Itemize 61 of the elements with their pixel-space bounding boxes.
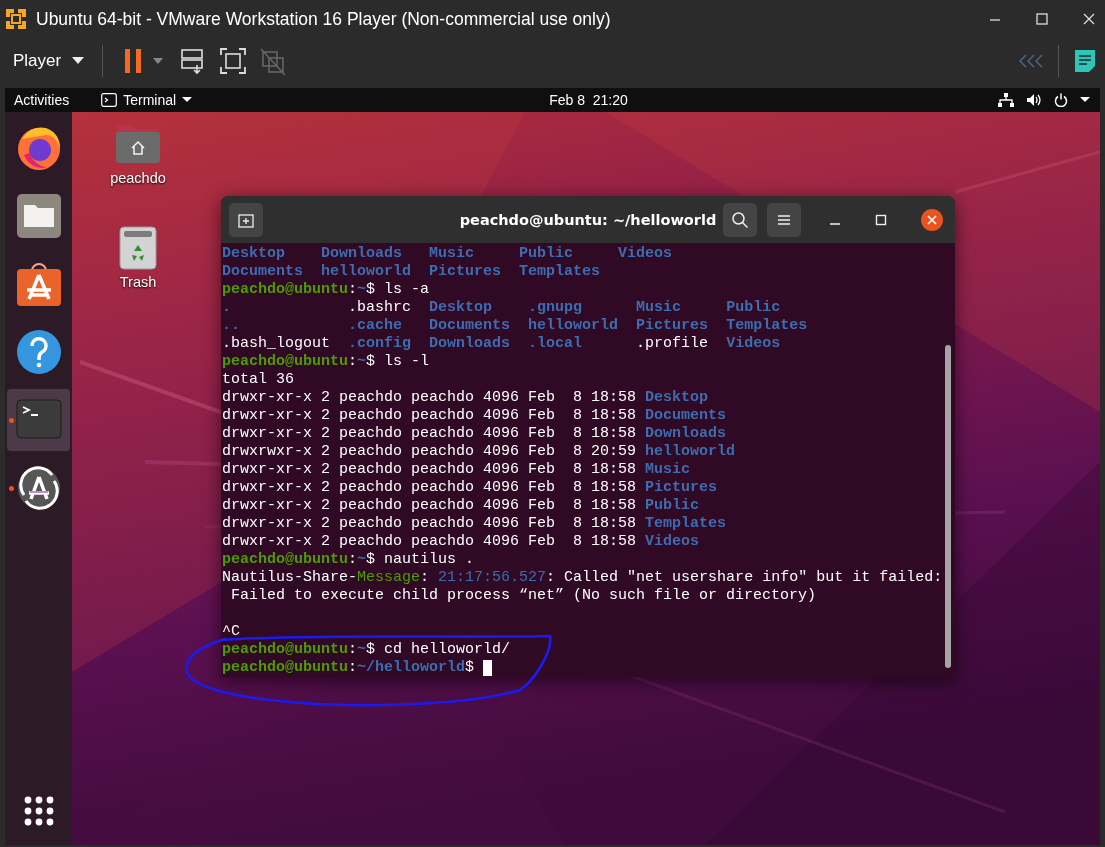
scrollbar-thumb[interactable]: [945, 345, 951, 668]
browser-icon: [15, 125, 62, 171]
close-icon[interactable]: [921, 208, 943, 231]
terminal-icon: [101, 93, 118, 107]
terminal-line: drwxr-xr-x 2 peachdo peachdo 4096 Feb 8 18:58 Videos: [222, 533, 700, 551]
terminal-line: drwxrwxr-x 2 peachdo peachdo 4096 Feb 8 20:59 helloworld: [222, 443, 736, 461]
clock[interactable]: Feb 8 21:20: [477, 92, 628, 108]
fullscreen-icon[interactable]: [219, 46, 248, 76]
terminal-line: drwxr-xr-x 2 peachdo peachdo 4096 Feb 8 18:58 Music: [222, 461, 691, 479]
terminal-line: drwxr-xr-x 2 peachdo peachdo 4096 Feb 8 18:58 Templates: [222, 515, 727, 533]
notes-icon[interactable]: [1073, 48, 1097, 74]
power-icon[interactable]: [1054, 93, 1068, 107]
terminal-line: Documents helloworld Pictures Templates: [222, 263, 601, 281]
home-folder-icon[interactable]: [115, 122, 161, 164]
terminal-line: Desktop Downloads Music Public Videos: [222, 245, 673, 263]
app-grid-icon[interactable]: [23, 796, 54, 826]
menu-icon: [776, 212, 792, 227]
new-tab-button[interactable]: [229, 202, 263, 237]
terminal-line: peachdo@ubuntu:~$ ls -a: [222, 281, 430, 299]
caret-icon: [72, 57, 85, 65]
menu-button[interactable]: [767, 202, 801, 237]
terminal-line: drwxr-xr-x 2 peachdo peachdo 4096 Feb 8 18:58 Documents: [222, 407, 727, 425]
shopping-bag-icon: [15, 261, 62, 307]
folder-icon: [15, 193, 62, 239]
terminal-line: peachdo@ubuntu:~$ cd helloworld/: [222, 641, 511, 659]
activities-button[interactable]: Activities: [14, 92, 70, 108]
terminal-line: .bash_logout .config Downloads .local .profile Videos: [222, 335, 781, 353]
terminal-line: peachdo@ubuntu:~$ nautilus .: [222, 551, 475, 569]
maximize-icon[interactable]: [1035, 12, 1049, 26]
terminal-line: peachdo@ubuntu:~/helloworld$: [222, 659, 476, 677]
updater-icon: [15, 465, 62, 511]
terminal-line: drwxr-xr-x 2 peachdo peachdo 4096 Feb 8 18:58 Desktop: [222, 389, 709, 407]
new-tab-icon: [238, 211, 254, 228]
terminal-line: Failed to execute child process “net” (No such file or directory): [230, 587, 817, 605]
window-title: peachdo@ubuntu: ~/helloworld: [459, 211, 717, 228]
terminal-line: .. .cache Documents helloworld Pictures Templates: [222, 317, 808, 335]
caret-icon[interactable]: [1080, 97, 1090, 103]
terminal-line: peachdo@ubuntu:~$ ls -l: [222, 353, 430, 371]
chevrons-left-icon[interactable]: [1018, 54, 1044, 68]
icon-label[interactable]: peachdo: [110, 170, 166, 186]
search-icon: [731, 210, 749, 229]
vmware-logo-icon: [4, 7, 28, 31]
caret-icon: [182, 97, 193, 103]
icon-label[interactable]: Trash: [119, 274, 157, 290]
terminal-line: drwxr-xr-x 2 peachdo peachdo 4096 Feb 8 18:58 Pictures: [222, 479, 718, 497]
network-icon[interactable]: [998, 93, 1014, 107]
maximize-icon[interactable]: [875, 213, 887, 226]
player-menu[interactable]: Player: [13, 51, 85, 71]
terminal-line: . .bashrc Desktop .gnupg Music Public: [222, 299, 781, 317]
terminal-line: total 36: [222, 371, 294, 389]
app-menu[interactable]: Terminal: [101, 92, 193, 108]
help-icon: [15, 329, 62, 375]
search-button[interactable]: [723, 202, 757, 237]
close-icon[interactable]: [1082, 12, 1096, 26]
volume-icon[interactable]: [1026, 93, 1042, 107]
terminal-line: Nautilus-Share-Message: 21:17:56.527: Called "net usershare info" but it failed:: [222, 569, 943, 587]
trash-icon[interactable]: [119, 226, 157, 270]
terminal-line: ^C: [222, 623, 240, 641]
window-title: Ubuntu 64-bit - VMware Workstation 16 Player (Non-commercial use only): [36, 8, 611, 30]
terminal-line: drwxr-xr-x 2 peachdo peachdo 4096 Feb 8 18:58 Public: [222, 497, 700, 515]
terminal-line: drwxr-xr-x 2 peachdo peachdo 4096 Feb 8 18:58 Downloads: [222, 425, 727, 443]
